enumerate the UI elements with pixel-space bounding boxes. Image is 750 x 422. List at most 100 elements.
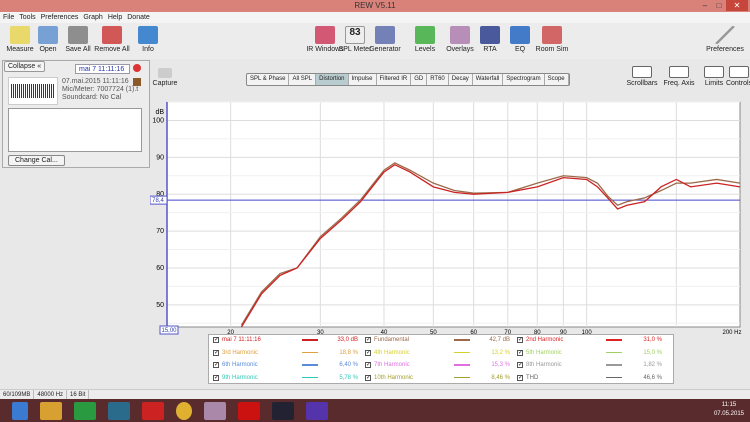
tab-all-spl[interactable]: All SPL <box>289 74 317 85</box>
measurement-thumbnail[interactable] <box>8 77 58 105</box>
menu-preferences[interactable]: Preferences <box>41 12 79 23</box>
taskbar-app2[interactable] <box>204 401 226 420</box>
remove-measurement-icon[interactable] <box>133 64 141 72</box>
legend-item: ✓ mai 7 11:11:16 33,0 dB <box>213 337 361 343</box>
tab-decay[interactable]: Decay <box>449 74 473 85</box>
info-button[interactable]: Info <box>128 26 168 53</box>
taskbar-opera[interactable] <box>238 401 260 420</box>
x-tick-label: 200 Hz <box>722 330 741 336</box>
capture-button[interactable]: Capture <box>145 68 185 87</box>
legend-swatch[interactable] <box>606 339 622 341</box>
spl-meter-icon: 83 <box>345 26 365 44</box>
menu-tools[interactable]: Tools <box>19 12 35 23</box>
collapse-button[interactable]: Collapse « <box>4 61 46 72</box>
legend-item: ✓ 9th Harmonic 5,78 % <box>213 374 361 381</box>
button-label: Levels <box>414 46 436 53</box>
legend-value: 15,0 % <box>643 349 662 356</box>
controls-button[interactable]: Controls <box>722 66 750 87</box>
generator-button[interactable]: Generator <box>365 26 405 53</box>
taskbar-rew[interactable] <box>306 401 328 420</box>
legend-swatch[interactable] <box>302 376 318 379</box>
legend-value: 33,0 dB <box>337 337 358 343</box>
legend-item: ✓ 7th Harmonic 15,3 % <box>365 362 513 368</box>
menu-file[interactable]: File <box>3 12 14 23</box>
taskbar-power[interactable] <box>142 401 164 420</box>
legend-item: ✓ 8th Harmonic 1,82 % <box>517 362 665 368</box>
button-label: EQ <box>514 46 526 53</box>
start-button[interactable] <box>12 401 28 420</box>
menu-help[interactable]: Help <box>108 12 122 23</box>
tab-impulse[interactable]: Impulse <box>349 74 377 85</box>
legend-value: 42,7 dB <box>489 337 510 343</box>
menu-donate[interactable]: Donate <box>127 12 150 23</box>
legend-checkbox[interactable]: ✓ <box>213 374 219 381</box>
legend-checkbox[interactable]: ✓ <box>517 349 523 356</box>
legend-label: mai 7 11:11:16 <box>222 337 261 343</box>
room-sim-button[interactable]: Room Sim <box>532 26 572 53</box>
legend-swatch[interactable] <box>454 339 470 341</box>
levels-icon <box>415 26 435 44</box>
taskbar-explorer[interactable] <box>40 401 62 420</box>
legend-checkbox[interactable]: ✓ <box>365 337 371 343</box>
taskbar-app[interactable] <box>108 401 130 420</box>
tab-waterfall[interactable]: Waterfall <box>473 74 504 85</box>
legend-value: 31,0 % <box>643 337 662 343</box>
legend-checkbox[interactable]: ✓ <box>517 374 523 381</box>
legend-swatch[interactable] <box>606 351 622 354</box>
measurement-panel: Collapse « mai 7 11:11:16 07.mai.2015 11… <box>2 60 150 168</box>
legend-checkbox[interactable]: ✓ <box>213 362 219 368</box>
tab-spectrogram[interactable]: Spectrogram <box>503 74 545 85</box>
button-label: Save All <box>65 46 91 53</box>
legend-swatch[interactable] <box>302 364 318 366</box>
tab-gd[interactable]: GD <box>411 74 428 85</box>
legend-checkbox[interactable]: ✓ <box>213 337 219 343</box>
levels-button[interactable]: Levels <box>405 26 445 53</box>
legend-swatch[interactable] <box>606 364 622 366</box>
legend-swatch[interactable] <box>302 339 318 341</box>
camera-icon <box>158 68 172 78</box>
legend-checkbox[interactable]: ✓ <box>213 349 219 356</box>
distortion-chart[interactable]: dB506070809010020 30 40 50 60 70 80 90 100 200 Hz… <box>150 96 750 336</box>
tab-scope[interactable]: Scope <box>545 74 569 85</box>
taskbar-sonos[interactable] <box>272 401 294 420</box>
measurement-name-input[interactable]: mai 7 11:11:16 <box>75 64 130 74</box>
graph-control-icon <box>632 66 652 78</box>
legend-label: 7th Harmonic <box>374 362 410 368</box>
close-button[interactable]: ✕ <box>726 0 748 11</box>
tab-spl-phase[interactable]: SPL & Phase <box>247 74 290 85</box>
legend-checkbox[interactable]: ✓ <box>365 362 371 368</box>
legend-swatch[interactable] <box>454 364 470 366</box>
legend-item: ✓ 10th Harmonic 8,46 % <box>365 374 513 381</box>
freq-axis-button[interactable]: Freq. Axis <box>662 66 696 87</box>
scrollbars-button[interactable]: Scrollbars <box>625 66 659 87</box>
legend-swatch[interactable] <box>302 351 318 354</box>
legend-swatch[interactable] <box>454 376 470 379</box>
taskbar-chrome[interactable] <box>176 401 192 420</box>
toolbar: Preferences Measure Open Save All Remove Al… <box>0 23 750 59</box>
legend-label: 6th Harmonic <box>222 362 258 368</box>
tab-filtered-ir[interactable]: Filtered IR <box>377 74 412 85</box>
remove-all-button[interactable]: Remove All <box>92 26 132 53</box>
legend-checkbox[interactable]: ✓ <box>365 349 371 356</box>
system-clock[interactable]: 11:15 07.05.2015 <box>714 401 744 419</box>
notes-textarea[interactable] <box>8 108 142 152</box>
preferences-button[interactable]: Preferences <box>700 26 750 53</box>
title-bar: REW V5.11 – □ ✕ <box>0 0 750 12</box>
minimize-button[interactable]: – <box>698 0 712 11</box>
legend-checkbox[interactable]: ✓ <box>517 362 523 368</box>
spl-value: 83 <box>349 27 361 38</box>
control-label: Limits <box>704 80 724 87</box>
taskbar: 11:15 07.05.2015 <box>0 399 750 422</box>
legend-swatch[interactable] <box>454 351 470 354</box>
tab-distortion[interactable]: Distortion <box>316 74 349 85</box>
button-label: Room Sim <box>535 46 569 53</box>
tab-rt60[interactable]: RT60 <box>427 74 449 85</box>
change-cal-button[interactable]: Change Cal... <box>8 155 65 166</box>
taskbar-store[interactable] <box>74 401 96 420</box>
maximize-button[interactable]: □ <box>712 0 726 11</box>
legend-checkbox[interactable]: ✓ <box>517 337 523 343</box>
legend-checkbox[interactable]: ✓ <box>365 374 371 381</box>
legend-swatch[interactable] <box>606 376 622 379</box>
rta-icon <box>480 26 500 44</box>
menu-graph[interactable]: Graph <box>83 12 102 23</box>
